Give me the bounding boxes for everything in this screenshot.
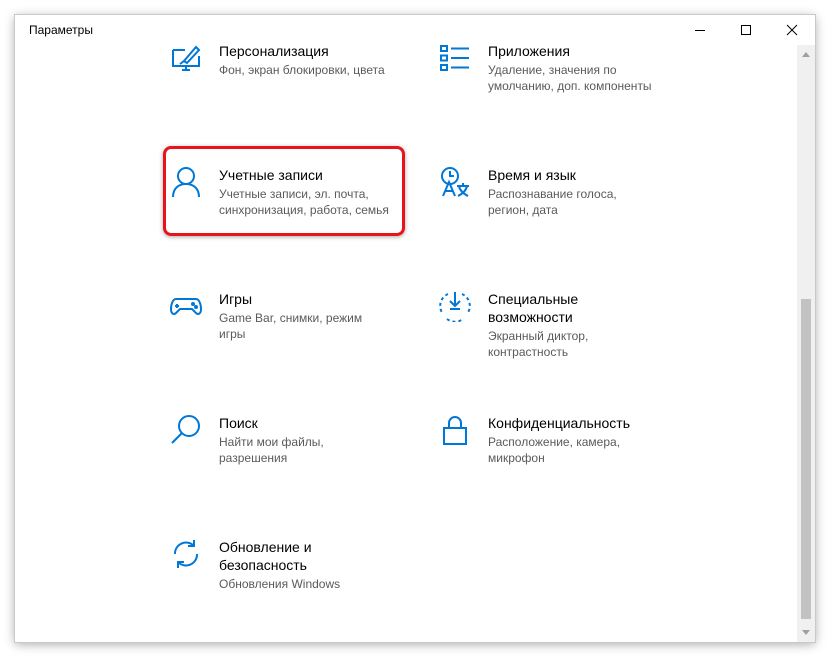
window-title: Параметры: [29, 23, 93, 37]
category-description: игры: [219, 327, 246, 341]
lock-icon: [443, 416, 467, 445]
category-ease-of-access[interactable]: Специальные возможности Экранный диктор,…: [439, 290, 679, 380]
arrow-up-icon: [802, 52, 810, 57]
minimize-button[interactable]: [677, 15, 723, 45]
category-search[interactable]: Поиск Найти мои файлы, разрешения: [170, 414, 410, 484]
category-apps[interactable]: Приложения Удаление, значения по умолчан…: [439, 42, 679, 112]
brush-monitor-icon: [172, 45, 201, 71]
title-bar[interactable]: Параметры: [15, 15, 815, 45]
gamepad-icon: [170, 298, 202, 315]
category-personalization[interactable]: Персонализация Фон, экран блокировки, цв…: [170, 42, 410, 112]
category-description: Экранный диктор,: [488, 329, 589, 343]
arrow-down-icon: [802, 630, 810, 635]
category-description: разрешения: [219, 451, 288, 465]
category-description: Найти мои файлы,: [219, 435, 324, 449]
category-title: Игры: [219, 291, 253, 307]
category-title: безопасность: [219, 557, 307, 573]
category-title: Поиск: [219, 415, 258, 431]
category-description: микрофон: [488, 451, 545, 465]
scroll-up-button[interactable]: [797, 46, 815, 62]
category-title: Специальные: [488, 291, 579, 307]
person-icon: [172, 167, 200, 198]
apps-list-icon: [440, 45, 469, 71]
category-accounts[interactable]: Учетные записи Учетные записи, эл. почта…: [170, 166, 410, 236]
category-title: Время и язык: [488, 167, 576, 183]
category-description: синхронизация, работа, семья: [219, 203, 389, 217]
category-time-language[interactable]: Время и язык Распознавание голоса, регио…: [439, 166, 679, 236]
category-description: умолчанию, доп. компоненты: [488, 79, 652, 93]
maximize-icon: [741, 25, 751, 35]
ease-of-access-icon: [439, 292, 471, 322]
scroll-thumb[interactable]: [801, 299, 811, 619]
magnifier-icon: [171, 415, 200, 444]
vertical-scrollbar[interactable]: [797, 45, 815, 642]
category-title: Конфиденциальность: [488, 415, 631, 431]
category-title: Учетные записи: [219, 167, 323, 183]
maximize-button[interactable]: [723, 15, 769, 45]
time-language-icon: [441, 167, 469, 197]
category-update-security[interactable]: Обновление и безопасность Обновления Win…: [170, 538, 410, 618]
close-button[interactable]: [769, 15, 815, 45]
category-title: Приложения: [488, 43, 570, 59]
category-gaming[interactable]: Игры Game Bar, снимки, режим игры: [170, 290, 410, 360]
category-description: Обновления Windows: [219, 577, 341, 591]
minimize-icon: [695, 30, 705, 31]
category-title: возможности: [488, 309, 573, 325]
category-description: Фон, экран блокировки, цвета: [219, 63, 385, 77]
scroll-down-button[interactable]: [797, 625, 815, 641]
category-description: регион, дата: [488, 203, 558, 217]
sync-arrows-icon: [173, 540, 199, 568]
category-title: Персонализация: [219, 43, 329, 59]
category-description: Удаление, значения по: [488, 63, 617, 77]
category-description: Game Bar, снимки, режим: [219, 311, 363, 325]
category-privacy[interactable]: Конфиденциальность Расположение, камера,…: [439, 414, 679, 484]
category-description: Распознавание голоса,: [488, 187, 617, 201]
category-description: Учетные записи, эл. почта,: [219, 187, 369, 201]
close-icon: [786, 24, 798, 36]
category-description: контрастность: [488, 345, 569, 359]
settings-window: Параметры Персонализация Фон, экран блок…: [15, 15, 815, 642]
category-description: Расположение, камера,: [488, 435, 621, 449]
category-title: Обновление и: [219, 539, 312, 555]
